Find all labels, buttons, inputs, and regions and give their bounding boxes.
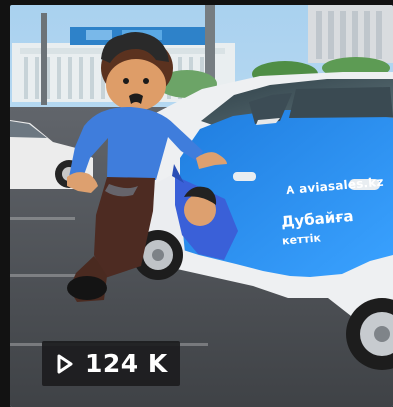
view-count-badge: 124 K <box>42 341 180 386</box>
aviasales-logo-icon <box>286 185 295 195</box>
view-count-label: 124 K <box>85 349 168 378</box>
play-icon <box>55 354 75 374</box>
video-card[interactable]: aviasales.kz Дубайға кеттік 124 K <box>0 0 393 407</box>
